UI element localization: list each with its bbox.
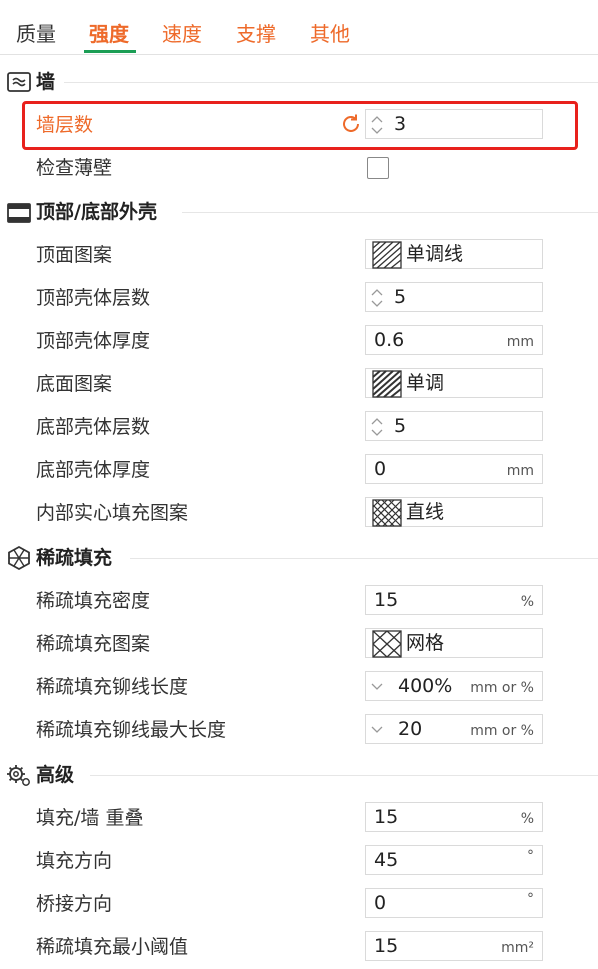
bottom-thickness-value: 0 xyxy=(374,458,387,480)
bottom-pattern-select[interactable]: 单调 xyxy=(365,368,543,398)
section-divider xyxy=(90,775,598,776)
infill-pattern-label: 稀疏填充图案 xyxy=(36,633,151,655)
spinner-icon[interactable] xyxy=(370,415,384,439)
infill-density-value: 15 xyxy=(374,589,399,611)
top-pattern-value: 单调线 xyxy=(406,243,464,265)
detect-thin-wall-label: 检查薄壁 xyxy=(36,157,113,179)
bottom-layers-field[interactable]: 5 xyxy=(365,411,543,441)
section-divider xyxy=(64,82,598,83)
chevron-down-icon[interactable] xyxy=(370,681,384,693)
infill-wall-overlap-value: 15 xyxy=(374,806,399,828)
wall-loops-field[interactable]: 3 xyxy=(365,109,543,139)
bottom-pattern-value: 单调 xyxy=(406,372,445,394)
top-pattern-select[interactable]: 单调线 xyxy=(365,239,543,269)
unit-label: % xyxy=(520,811,534,827)
tab-bar: 质量 强度 速度 支撑 其他 xyxy=(0,0,598,55)
infill-icon xyxy=(8,545,30,571)
section-title-wall: 墙 xyxy=(36,71,56,93)
min-infill-threshold-label: 稀疏填充最小阈值 xyxy=(36,936,189,958)
infill-wall-overlap-label: 填充/墙 重叠 xyxy=(36,807,144,829)
min-infill-threshold-field[interactable]: 15 mm² xyxy=(365,931,543,961)
bottom-layers-label: 底部壳体层数 xyxy=(36,416,151,438)
anchor-max-length-combo[interactable]: 20 mm or % xyxy=(365,714,543,744)
spinner-icon[interactable] xyxy=(370,113,384,137)
wall-loops-label: 墙层数 xyxy=(36,114,94,136)
tab-strength[interactable]: 强度 xyxy=(89,20,129,48)
section-title-advanced: 高级 xyxy=(36,764,75,786)
bridge-direction-value: 0 xyxy=(374,892,387,914)
unit-label: mm or % xyxy=(470,723,534,739)
monotonic-pattern-icon xyxy=(372,370,402,398)
shell-icon xyxy=(7,203,31,223)
infill-pattern-value: 网格 xyxy=(406,632,445,654)
chevron-down-icon[interactable] xyxy=(370,724,384,736)
unit-label: mm xyxy=(506,334,534,350)
unit-label: ° xyxy=(527,848,534,864)
bridge-direction-label: 桥接方向 xyxy=(36,893,113,915)
section-title-infill: 稀疏填充 xyxy=(36,547,113,569)
anchor-max-length-value: 20 xyxy=(398,718,423,740)
anchor-length-value: 400% xyxy=(398,675,453,697)
monotonic-line-pattern-icon xyxy=(372,241,402,269)
top-thickness-field[interactable]: 0.6 mm xyxy=(365,325,543,355)
bottom-thickness-label: 底部壳体厚度 xyxy=(36,459,151,481)
section-divider xyxy=(182,212,598,213)
infill-wall-overlap-field[interactable]: 15 % xyxy=(365,802,543,832)
gear-icon xyxy=(7,765,30,786)
bridge-direction-field[interactable]: 0 ° xyxy=(365,888,543,918)
infill-direction-field[interactable]: 45 ° xyxy=(365,845,543,875)
top-layers-field[interactable]: 5 xyxy=(365,282,543,312)
wall-icon xyxy=(7,72,31,92)
top-layers-value: 5 xyxy=(394,286,407,308)
unit-label: % xyxy=(520,594,534,610)
bottom-thickness-field[interactable]: 0 mm xyxy=(365,454,543,484)
rectilinear-pattern-icon xyxy=(372,499,402,527)
unit-label: mm xyxy=(506,463,534,479)
tab-quality[interactable]: 质量 xyxy=(16,20,56,48)
wall-loops-value: 3 xyxy=(394,113,407,135)
infill-direction-label: 填充方向 xyxy=(36,850,113,872)
infill-direction-value: 45 xyxy=(374,849,399,871)
internal-solid-pattern-label: 内部实心填充图案 xyxy=(36,502,189,524)
top-thickness-label: 顶部壳体厚度 xyxy=(36,330,151,352)
reset-icon[interactable] xyxy=(339,112,363,136)
anchor-max-length-label: 稀疏填充铆线最大长度 xyxy=(36,719,227,741)
internal-solid-pattern-value: 直线 xyxy=(406,501,445,523)
anchor-length-combo[interactable]: 400% mm or % xyxy=(365,671,543,701)
section-divider xyxy=(130,558,598,559)
infill-density-label: 稀疏填充密度 xyxy=(36,590,151,612)
internal-solid-pattern-select[interactable]: 直线 xyxy=(365,497,543,527)
active-tab-indicator xyxy=(84,50,136,53)
infill-density-field[interactable]: 15 % xyxy=(365,585,543,615)
min-infill-threshold-value: 15 xyxy=(374,935,399,957)
top-pattern-label: 顶面图案 xyxy=(36,244,113,266)
section-title-shell: 顶部/底部外壳 xyxy=(36,201,157,223)
tab-support[interactable]: 支撑 xyxy=(236,20,276,48)
detect-thin-wall-checkbox[interactable] xyxy=(367,157,389,179)
grid-pattern-icon xyxy=(372,630,402,658)
tab-others[interactable]: 其他 xyxy=(310,20,350,48)
top-thickness-value: 0.6 xyxy=(374,329,405,351)
unit-label: ° xyxy=(527,891,534,907)
tab-speed[interactable]: 速度 xyxy=(162,20,202,48)
unit-label: mm² xyxy=(501,940,534,956)
bottom-pattern-label: 底面图案 xyxy=(36,373,113,395)
top-layers-label: 顶部壳体层数 xyxy=(36,287,151,309)
spinner-icon[interactable] xyxy=(370,286,384,310)
unit-label: mm or % xyxy=(470,680,534,696)
infill-pattern-select[interactable]: 网格 xyxy=(365,628,543,658)
anchor-length-label: 稀疏填充铆线长度 xyxy=(36,676,189,698)
bottom-layers-value: 5 xyxy=(394,415,407,437)
